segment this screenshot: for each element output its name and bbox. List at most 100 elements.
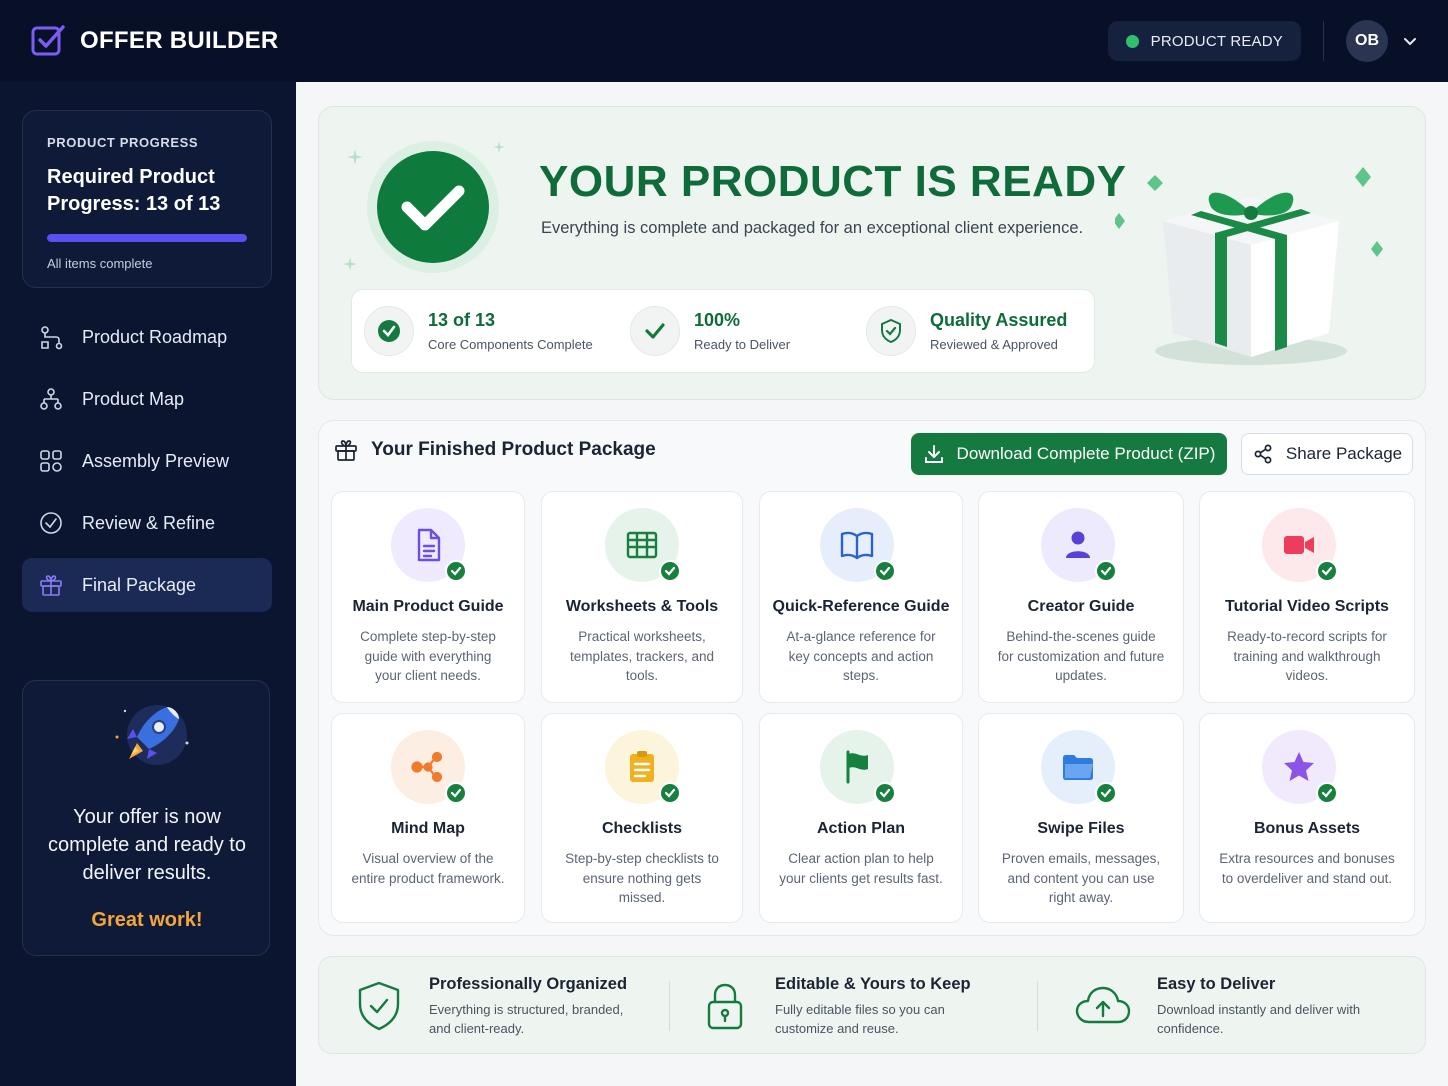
progress-title: Required Product Progress: 13 of 13	[47, 166, 221, 215]
package-header: Your Finished Product Package	[333, 437, 656, 463]
download-zip-button[interactable]: Download Complete Product (ZIP)	[911, 433, 1227, 475]
hero-title: YOUR PRODUCT IS READY	[539, 157, 1127, 206]
progress-subtitle: All items complete	[47, 256, 153, 271]
divider	[1323, 21, 1324, 61]
card-description: Practical worksheets, templates, tracker…	[569, 629, 715, 683]
complete-check-icon	[1095, 560, 1117, 582]
package-item-action-plan[interactable]: Action Plan Clear action plan to help yo…	[759, 713, 963, 923]
card-description: Clear action plan to help your clients g…	[779, 851, 943, 886]
package-item-checklists[interactable]: Checklists Step-by-step checklists to en…	[541, 713, 743, 923]
package-item-swipe-files[interactable]: Swipe Files Proven emails, messages, and…	[978, 713, 1184, 923]
package-item-worksheets-tools[interactable]: Worksheets & Tools Practical worksheets,…	[541, 491, 743, 703]
package-item-mind-map[interactable]: Mind Map Visual overview of the entire p…	[331, 713, 525, 923]
feature-description: Everything is structured, branded, and c…	[429, 1001, 624, 1036]
card-description: Behind-the-scenes guide for customizatio…	[997, 629, 1165, 683]
sidebar-item-product-map[interactable]: Product Map	[22, 372, 272, 426]
main-content: YOUR PRODUCT IS READY Everything is comp…	[296, 82, 1448, 1086]
complete-check-icon	[874, 782, 896, 804]
progress-label: PRODUCT PROGRESS	[47, 135, 199, 150]
card-description: At-a-glance reference for key concepts a…	[786, 629, 936, 683]
progress-bar	[47, 234, 247, 242]
divider	[669, 981, 670, 1031]
card-title: Bonus Assets	[1253, 820, 1361, 837]
gift-box-icon	[1115, 167, 1383, 365]
promo-text: Your offer is now complete and ready to …	[48, 806, 246, 884]
complete-check-icon	[1316, 782, 1338, 804]
sidebar-item-label: Product Roadmap	[82, 326, 228, 347]
share-package-button[interactable]: Share Package	[1241, 433, 1413, 475]
sidebar-item-final-package[interactable]: Final Package	[22, 558, 272, 612]
sidebar-item-assembly-preview[interactable]: Assembly Preview	[22, 434, 272, 488]
feature-title: Easy to Deliver	[1157, 974, 1276, 993]
complete-check-icon	[874, 560, 896, 582]
user-avatar[interactable]: OB	[1346, 20, 1388, 62]
package-title: Your Finished Product Package	[371, 439, 656, 460]
checkbox-logo-icon	[31, 25, 65, 56]
sparkle-icon	[343, 257, 357, 271]
app-title: OFFER BUILDER	[80, 27, 279, 54]
card-title: Quick-Reference Guide	[772, 598, 950, 615]
package-item-tutorial-video-scripts[interactable]: Tutorial Video Scripts Ready-to-record s…	[1199, 491, 1415, 703]
shield-check-icon	[866, 306, 916, 356]
stat-label: Ready to Deliver	[694, 337, 791, 352]
package-item-main-product-guide[interactable]: Main Product Guide Complete step-by-step…	[331, 491, 525, 703]
card-description: Complete step-by-step guide with everyth…	[360, 629, 496, 683]
complete-check-icon	[445, 560, 467, 582]
card-title: Action Plan	[816, 820, 905, 837]
feature-title: Professionally Organized	[429, 974, 628, 993]
share-label: Share Package	[1285, 444, 1403, 463]
product-status-badge: PRODUCT READY	[1107, 21, 1301, 61]
shield-check-icon	[358, 981, 400, 1031]
check-circle-icon	[40, 512, 62, 534]
card-description: Visual overview of the entire product fr…	[351, 851, 505, 886]
sidebar-item-label: Product Map	[82, 388, 185, 409]
package-item-creator-guide[interactable]: Creator Guide Behind-the-scenes guide fo…	[978, 491, 1184, 703]
sidebar: PRODUCT PROGRESS Required Product Progre…	[0, 82, 296, 1086]
stat-ready: 100% Ready to Deliver	[630, 306, 790, 356]
card-description: Extra resources and bonuses to overdeliv…	[1219, 851, 1395, 886]
sidebar-nav: Product Roadmap Product Map Assembly Pre…	[22, 310, 272, 620]
stat-quality: Quality Assured Reviewed & Approved	[866, 306, 1067, 356]
complete-check-icon	[659, 560, 681, 582]
hero-subtitle: Everything is complete and packaged for …	[541, 219, 1084, 237]
download-label: Download Complete Product (ZIP)	[956, 444, 1216, 463]
chevron-down-icon[interactable]	[1402, 33, 1418, 49]
status-text: PRODUCT READY	[1150, 32, 1283, 50]
card-title: Main Product Guide	[352, 598, 504, 615]
finished-package-panel: Your Finished Product Package Download C…	[318, 420, 1426, 936]
card-title: Checklists	[601, 820, 683, 837]
feature-easy-deliver: Easy to Deliver Download instantly and de…	[1073, 957, 1367, 1055]
logo[interactable]: OFFER BUILDER	[30, 23, 279, 59]
complete-check-icon	[1095, 782, 1117, 804]
feature-organized: Professionally Organized Everything is st…	[353, 957, 639, 1055]
stat-checkmark-icon	[630, 306, 680, 356]
card-title: Creator Guide	[1027, 598, 1135, 615]
cloud-upload-icon	[1075, 986, 1131, 1024]
complete-check-icon	[1316, 560, 1338, 582]
card-title: Mind Map	[391, 820, 465, 837]
product-progress-card: PRODUCT PROGRESS Required Product Progre…	[22, 110, 272, 288]
stat-value: 100%	[694, 310, 741, 330]
package-item-bonus-assets[interactable]: Bonus Assets Extra resources and bonuses…	[1199, 713, 1415, 923]
stat-value: 13 of 13	[428, 310, 496, 330]
card-description: Step-by-step checklists to ensure nothin…	[565, 851, 719, 905]
sidebar-item-product-roadmap[interactable]: Product Roadmap	[22, 310, 272, 364]
card-title: Tutorial Video Scripts	[1225, 598, 1389, 615]
hero-banner: YOUR PRODUCT IS READY Everything is comp…	[318, 106, 1426, 400]
sidebar-item-label: Final Package	[82, 574, 197, 595]
sidebar-item-review-refine[interactable]: Review & Refine	[22, 496, 272, 550]
share-icon	[1254, 444, 1272, 464]
hero-stats: 13 of 13 Core Components Complete 100% Rea…	[351, 289, 1095, 373]
map-icon	[40, 388, 62, 410]
assembly-icon	[40, 450, 62, 472]
roadmap-icon	[41, 326, 63, 350]
rocket-icon	[115, 705, 189, 765]
ready-check-icon	[367, 141, 499, 273]
status-dot-icon	[1125, 34, 1139, 48]
lock-icon	[707, 983, 743, 1030]
package-item-quick-reference-guide[interactable]: Quick-Reference Guide At-a-glance refere…	[759, 491, 963, 703]
sparkle-icon	[347, 149, 363, 165]
feature-description: Fully editable files so you can customiz…	[775, 1001, 945, 1036]
gift-icon	[40, 575, 62, 596]
divider	[1037, 981, 1038, 1031]
